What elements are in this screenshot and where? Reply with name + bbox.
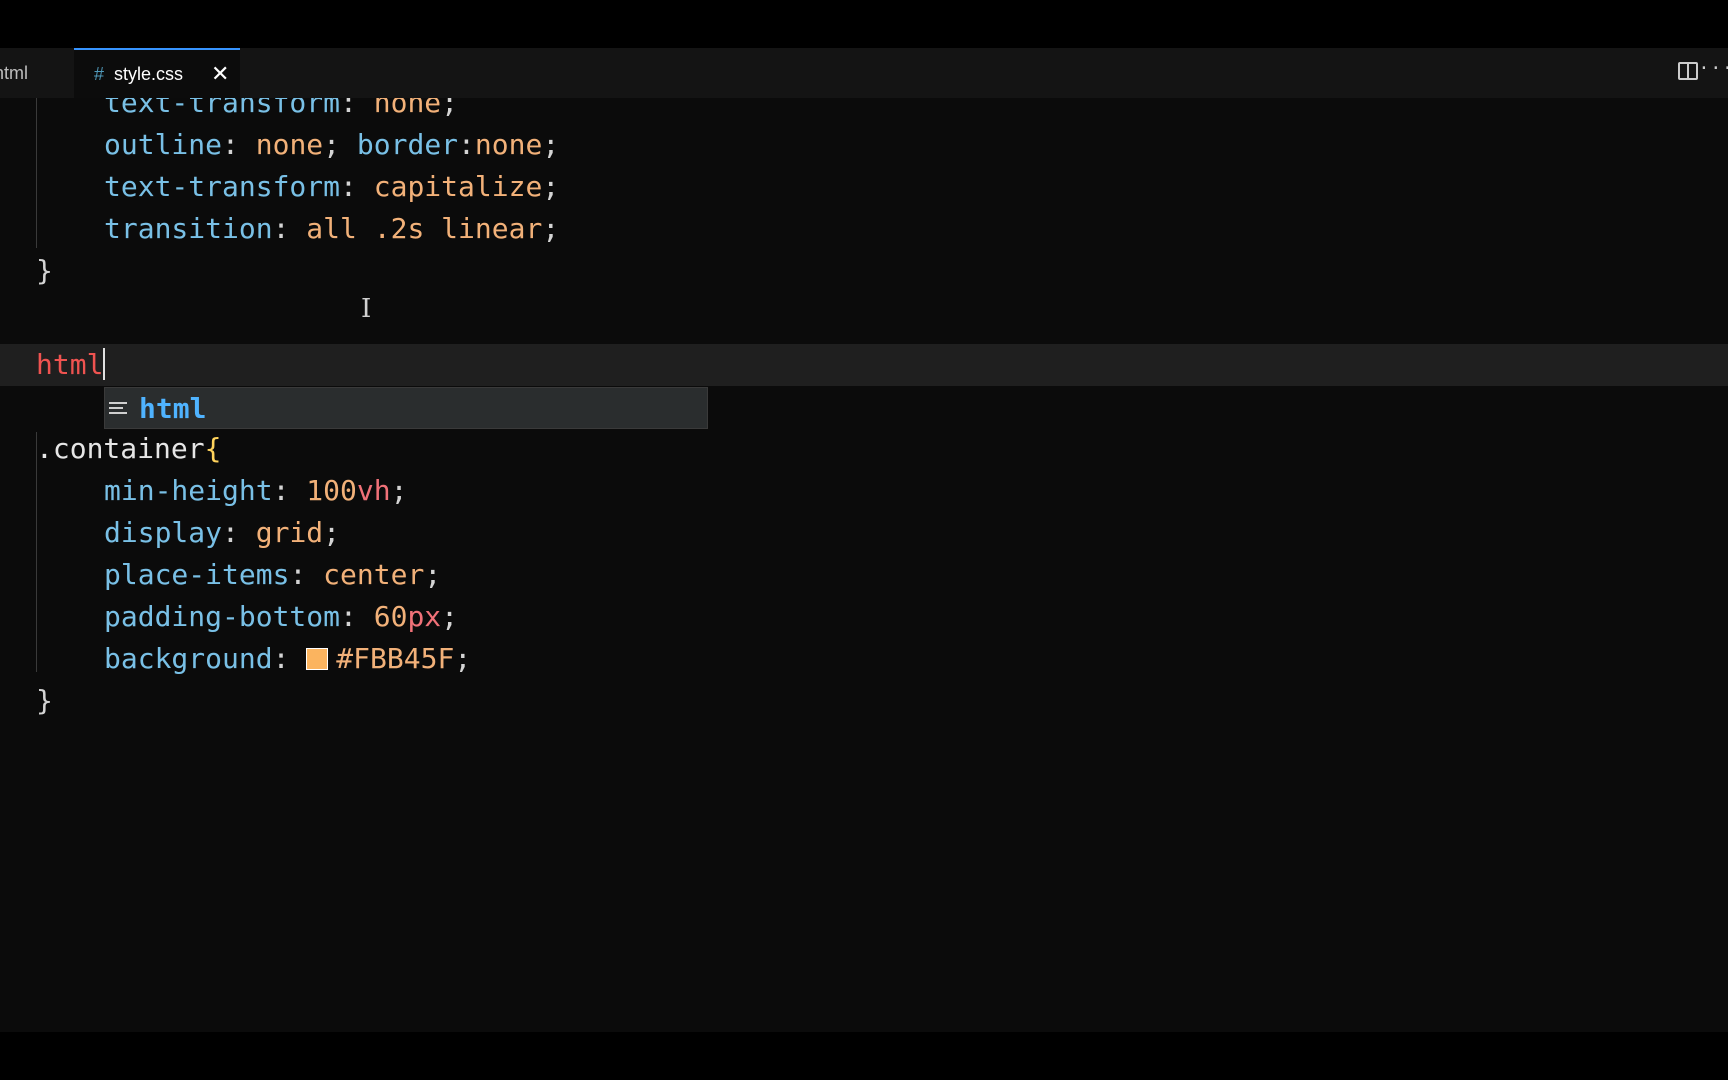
window-top-bar <box>0 0 1728 48</box>
split-editor-icon[interactable] <box>1678 62 1698 80</box>
window-bottom-bar <box>0 1032 1728 1080</box>
code-line: } <box>36 684 53 717</box>
code-line: } <box>36 254 53 287</box>
current-code-line[interactable]: html <box>0 344 1728 386</box>
code-line: padding-bottom: 60px; <box>104 600 459 633</box>
tab-style-css-label: style.css <box>114 63 184 84</box>
code-line: text-transform: capitalize; <box>104 170 560 203</box>
more-actions-icon[interactable]: ··· <box>1698 58 1728 79</box>
code-line: outline: none; border:none; <box>104 128 560 161</box>
code-line: min-height: 100vh; <box>104 474 408 507</box>
code-line: place-items: center; <box>104 558 442 591</box>
tab-html-label: html <box>0 62 29 83</box>
close-icon[interactable]: ✕ <box>211 63 229 85</box>
code-editor[interactable]: text-transform: none; outline: none; bor… <box>0 98 1728 1032</box>
snippet-icon <box>109 396 133 420</box>
suggestion-label: html <box>139 391 207 425</box>
autocomplete-suggestion[interactable]: html <box>104 387 708 429</box>
code-line: .container{ <box>36 432 222 465</box>
text-caret <box>103 348 106 380</box>
hash-icon: # <box>94 63 105 84</box>
code-line: text-transform: none; <box>104 98 459 119</box>
tab-style-css[interactable]: # style.css ✕ <box>74 48 240 98</box>
code-line: transition: all .2s linear; <box>104 212 560 245</box>
color-swatch[interactable] <box>306 648 329 670</box>
tab-html-file[interactable]: html <box>0 48 72 98</box>
code-line: background: #FBB45F; <box>104 642 472 675</box>
text-cursor-icon: I <box>361 294 372 324</box>
editor-tab-bar: html # style.css ✕ ··· <box>0 48 1728 98</box>
code-line: display: grid; <box>104 516 341 549</box>
